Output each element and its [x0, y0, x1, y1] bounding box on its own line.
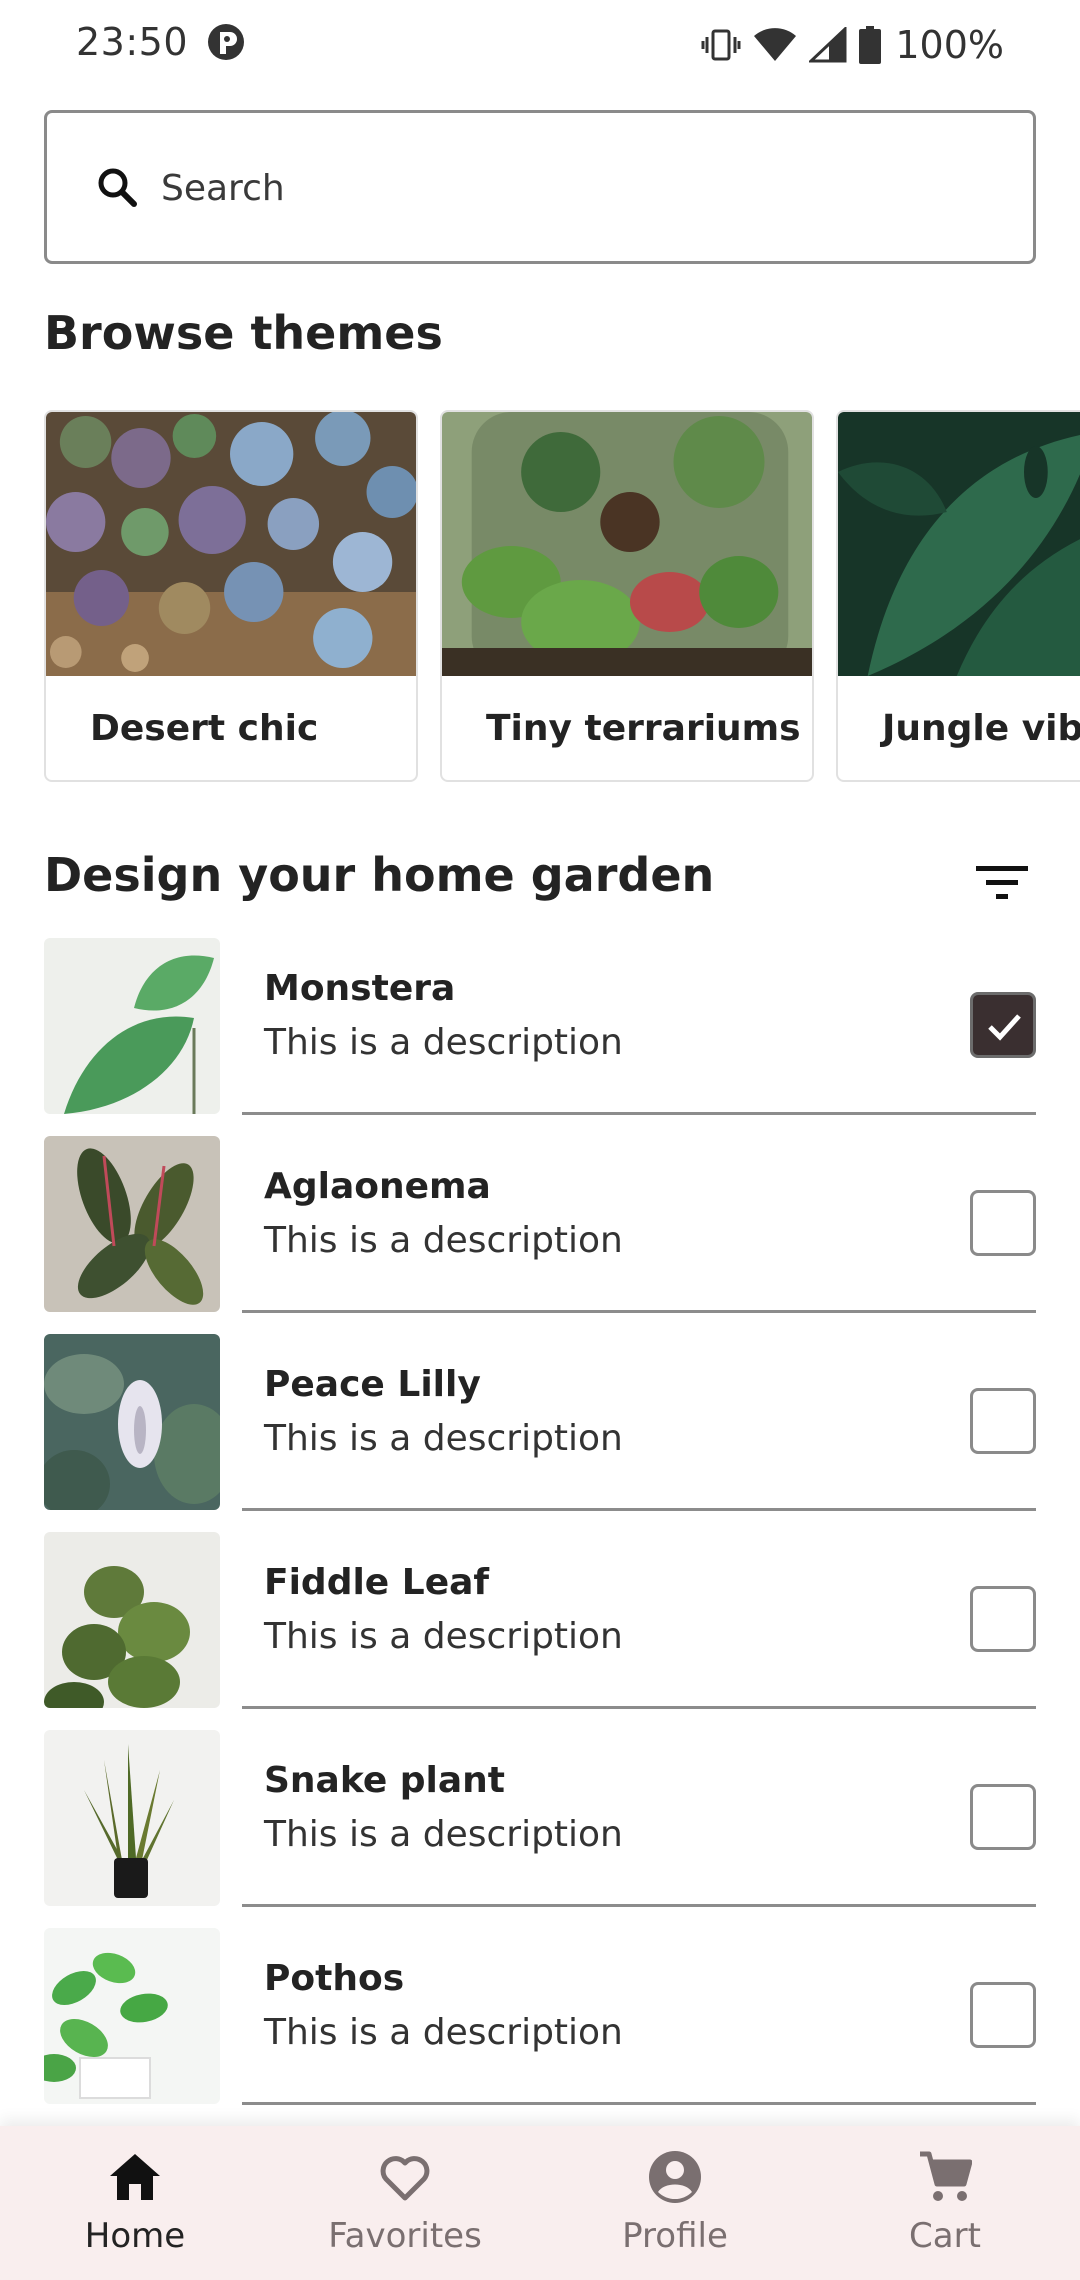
- peace-lilly-thumbnail: [44, 1334, 220, 1510]
- app-notification-icon: [208, 24, 244, 60]
- status-time: 23:50: [76, 20, 189, 64]
- plant-checkbox[interactable]: [970, 1784, 1036, 1850]
- plant-row-snake-plant[interactable]: Snake plant This is a description: [0, 1728, 1080, 1926]
- wifi-icon: [754, 28, 797, 61]
- plant-description: This is a description: [264, 1418, 623, 1459]
- search-icon: [98, 168, 137, 207]
- plant-name: Aglaonema: [264, 1166, 491, 1207]
- cellular-signal-icon: [809, 27, 847, 63]
- theme-label: Tiny terrariums: [486, 708, 801, 749]
- plant-row-monstera[interactable]: Monstera This is a description: [0, 936, 1080, 1134]
- plant-name: Peace Lilly: [264, 1364, 481, 1405]
- status-icons: 100%: [701, 20, 1004, 70]
- aglaonema-thumbnail: [44, 1136, 220, 1312]
- search-bar[interactable]: [44, 110, 1036, 264]
- plant-description: This is a description: [264, 2012, 623, 2053]
- divider: [242, 2102, 1036, 2105]
- theme-label: Desert chic: [90, 708, 319, 749]
- fiddle-leaf-thumbnail: [44, 1532, 220, 1708]
- battery-percent: 100%: [895, 23, 1004, 67]
- tiny-terrariums-image: [442, 412, 812, 676]
- heart-icon: [380, 2156, 430, 2201]
- theme-card-tiny-terrariums[interactable]: Tiny terrariums: [440, 410, 814, 782]
- plant-row-pothos[interactable]: Pothos This is a description: [0, 1926, 1080, 2124]
- plant-row-aglaonema[interactable]: Aglaonema This is a description: [0, 1134, 1080, 1332]
- plant-name: Snake plant: [264, 1760, 506, 1801]
- plant-checkbox[interactable]: [970, 1982, 1036, 2048]
- pothos-thumbnail: [44, 1928, 220, 2104]
- plant-checkbox[interactable]: [970, 1586, 1036, 1652]
- theme-card-jungle-vibes[interactable]: Jungle vibes: [836, 410, 1080, 782]
- nav-label: Home: [84, 2216, 186, 2256]
- jungle-vibes-image: [838, 412, 1080, 676]
- bottom-navigation: Home Favorites Profile Cart: [0, 2126, 1080, 2280]
- desert-chic-image: [46, 412, 416, 676]
- nav-label: Cart: [909, 2216, 981, 2256]
- app-screen: 23:50 100% Search Browse themes Desert c…: [0, 0, 1080, 2280]
- plant-name: Pothos: [264, 1958, 405, 1999]
- nav-label: Favorites: [328, 2216, 482, 2256]
- plant-name: Monstera: [264, 968, 456, 1009]
- themes-carousel[interactable]: Desert chic Tiny terrariums Jungle vi: [44, 410, 1080, 784]
- nav-profile[interactable]: Profile: [540, 2126, 810, 2280]
- account-circle-icon: [649, 2151, 701, 2203]
- plant-checkbox[interactable]: [970, 992, 1036, 1058]
- status-bar: 23:50 100%: [0, 0, 1080, 88]
- monstera-thumbnail: [44, 938, 220, 1114]
- shopping-cart-icon: [920, 2151, 972, 2201]
- home-icon: [110, 2154, 160, 2200]
- snake-plant-thumbnail: [44, 1730, 220, 1906]
- search-input[interactable]: [161, 147, 981, 229]
- battery-icon: [859, 26, 882, 64]
- checkmark-icon: [988, 1014, 1021, 1041]
- plant-description: This is a description: [264, 1616, 623, 1657]
- plant-row-fiddle-leaf[interactable]: Fiddle Leaf This is a description: [0, 1530, 1080, 1728]
- plant-description: This is a description: [264, 1022, 623, 1063]
- filter-icon[interactable]: [974, 858, 1030, 908]
- theme-card-desert-chic[interactable]: Desert chic: [44, 410, 418, 782]
- divider: [242, 1310, 1036, 1313]
- plant-checkbox[interactable]: [970, 1190, 1036, 1256]
- plant-row-peace-lilly[interactable]: Peace Lilly This is a description: [0, 1332, 1080, 1530]
- nav-home[interactable]: Home: [0, 2126, 270, 2280]
- plant-description: This is a description: [264, 1814, 623, 1855]
- plant-checkbox[interactable]: [970, 1388, 1036, 1454]
- browse-themes-heading: Browse themes: [44, 306, 443, 360]
- theme-label: Jungle vibes: [882, 708, 1080, 749]
- divider: [242, 1706, 1036, 1709]
- nav-favorites[interactable]: Favorites: [270, 2126, 540, 2280]
- nav-cart[interactable]: Cart: [810, 2126, 1080, 2280]
- nav-label: Profile: [622, 2216, 728, 2256]
- divider: [242, 1508, 1036, 1511]
- divider: [242, 1112, 1036, 1115]
- garden-heading: Design your home garden: [44, 848, 715, 902]
- plant-name: Fiddle Leaf: [264, 1562, 490, 1603]
- plant-description: This is a description: [264, 1220, 623, 1261]
- divider: [242, 1904, 1036, 1907]
- vibrate-icon: [701, 29, 741, 61]
